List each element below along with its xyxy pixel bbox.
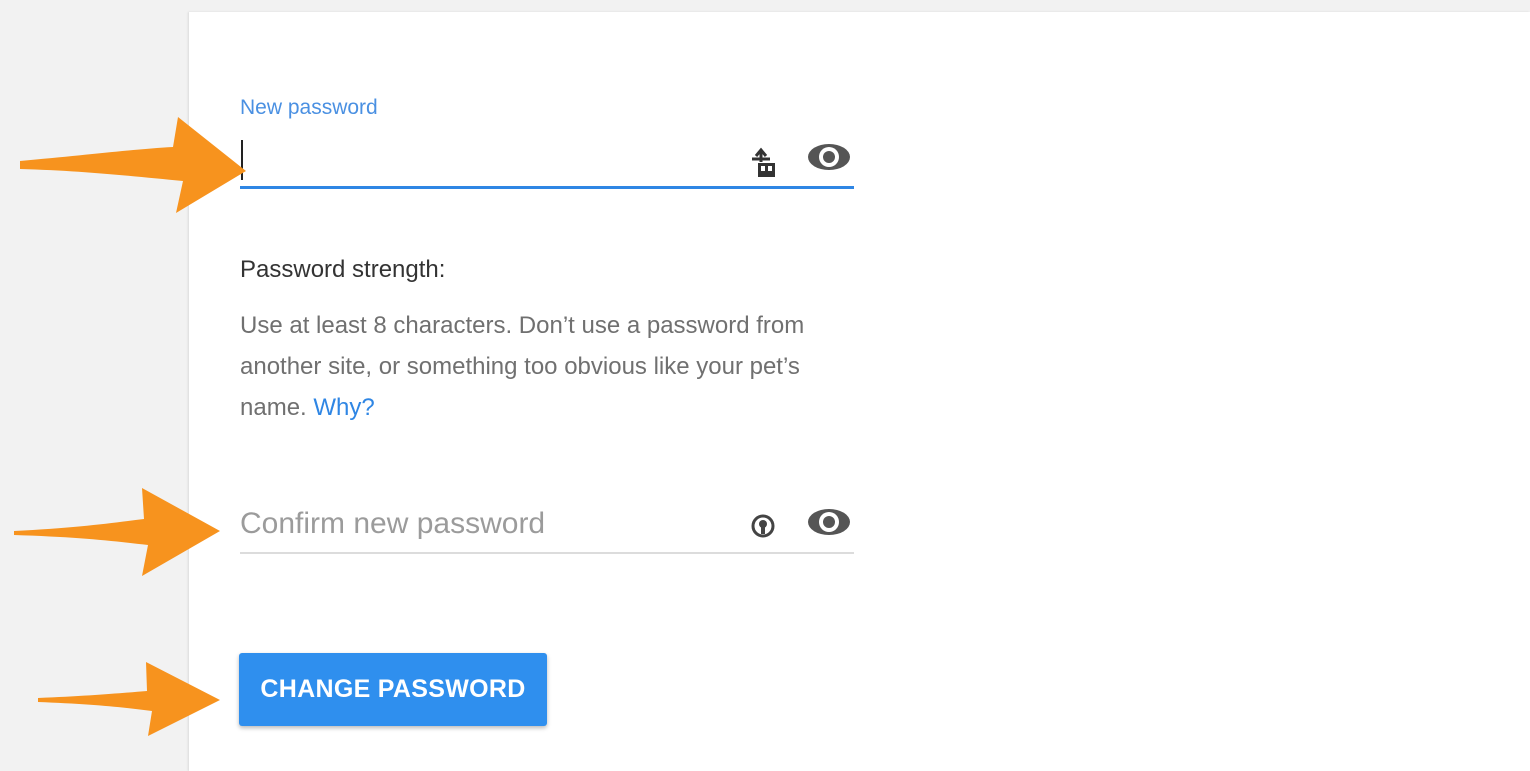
eye-icon[interactable]	[806, 141, 852, 173]
password-help-text: Use at least 8 characters. Don’t use a p…	[240, 305, 870, 428]
change-password-button[interactable]: CHANGE PASSWORD	[239, 653, 547, 726]
password-manager-key-icon[interactable]	[748, 146, 780, 180]
new-password-underline	[240, 186, 854, 189]
eye-icon[interactable]	[806, 506, 852, 538]
arrow-indicator-change-password	[36, 660, 222, 738]
arrow-indicator-confirm-password	[12, 486, 222, 578]
confirm-password-underline	[240, 552, 854, 554]
new-password-label: New password	[240, 96, 378, 119]
why-link[interactable]: Why?	[313, 394, 374, 421]
password-strength-heading: Password strength:	[240, 256, 446, 283]
arrow-indicator-new-password	[18, 115, 248, 215]
password-generator-icon[interactable]	[749, 512, 777, 540]
